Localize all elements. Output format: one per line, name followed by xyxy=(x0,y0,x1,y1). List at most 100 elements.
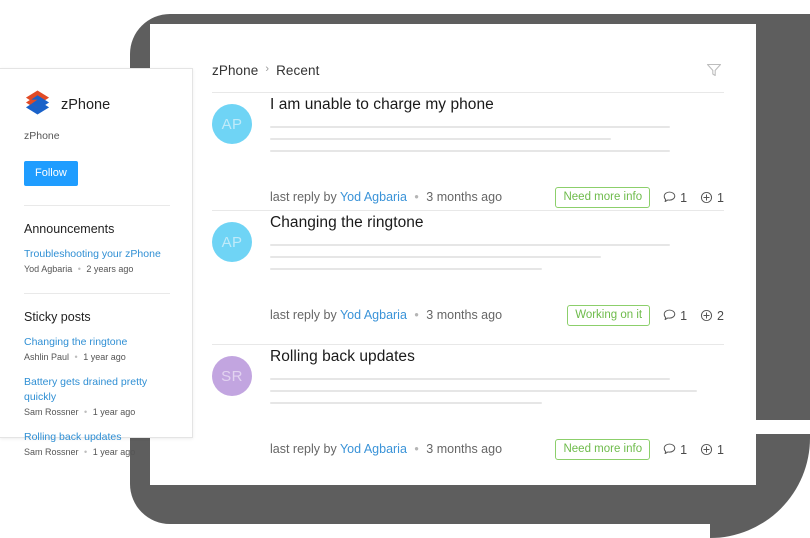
sidebar-post-meta: Sam Rossner • 1 year ago xyxy=(24,407,170,417)
post-meta-author[interactable]: Yod Agbaria xyxy=(340,442,407,456)
skeleton-line xyxy=(270,390,697,392)
follow-button[interactable]: Follow xyxy=(24,161,78,186)
avatar: SR xyxy=(212,356,252,396)
sidebar-post-time: 1 year ago xyxy=(92,446,136,457)
comment-bubble-icon xyxy=(662,442,677,457)
upvote-plus-circle-icon xyxy=(699,190,714,205)
skeleton-line xyxy=(270,244,670,246)
skeleton-line xyxy=(270,126,670,128)
divider xyxy=(212,344,724,345)
post-meta-prefix: last reply by xyxy=(270,442,337,456)
sidebar-post-dot: • xyxy=(84,446,88,457)
skeleton-line xyxy=(270,138,611,140)
breadcrumb-separator-icon: › xyxy=(265,63,270,75)
divider xyxy=(212,92,724,93)
breadcrumb-root[interactable]: zPhone xyxy=(212,63,258,78)
breadcrumb-current[interactable]: Recent xyxy=(276,63,319,78)
sidebar-post-time: 1 year ago xyxy=(83,352,126,363)
sidebar-card: zPhone zPhone Follow Announcements Troub… xyxy=(0,68,193,457)
comment-count[interactable]: 1 xyxy=(662,442,687,457)
sidebar-post-dot: • xyxy=(77,264,81,275)
vote-count[interactable]: 1 xyxy=(699,442,724,457)
post-meta-time: 3 months ago xyxy=(426,190,503,204)
sidebar-post-time: 2 years ago xyxy=(86,264,134,275)
post-meta: last reply by Yod Agbaria • 3 months ago xyxy=(270,308,502,322)
skeleton-line xyxy=(270,378,670,380)
post-meta: last reply by Yod Agbaria • 3 months ago xyxy=(270,190,502,204)
vote-count[interactable]: 1 xyxy=(699,190,724,205)
sticky-posts-heading: Sticky posts xyxy=(24,310,91,325)
sidebar-post-title[interactable]: Changing the ringtone xyxy=(24,335,170,349)
post-title[interactable]: Rolling back updates xyxy=(270,348,724,366)
comment-count-value: 1 xyxy=(680,308,688,323)
list-item[interactable]: Rolling back updates Sam Rossner • 1 yea… xyxy=(24,430,170,457)
sidebar-post-dot: • xyxy=(74,352,78,363)
skeleton-line xyxy=(270,402,543,404)
vote-count[interactable]: 2 xyxy=(699,308,724,323)
vote-count-value: 1 xyxy=(717,190,724,205)
post-title[interactable]: I am unable to charge my phone xyxy=(270,96,724,114)
sidebar-post-time: 1 year ago xyxy=(92,406,136,417)
post-body: Changing the ringtone xyxy=(270,214,724,280)
vote-count-value: 2 xyxy=(717,308,724,323)
skeleton-line xyxy=(270,256,602,258)
post-meta-prefix: last reply by xyxy=(270,190,337,204)
post-meta: last reply by Yod Agbaria • 3 months ago xyxy=(270,442,502,456)
breadcrumb: zPhone › Recent xyxy=(212,48,724,92)
comment-count[interactable]: 1 xyxy=(662,190,687,205)
status-badge[interactable]: Need more info xyxy=(555,439,651,460)
zphone-diamond-logo xyxy=(24,89,51,121)
divider xyxy=(212,210,724,211)
post-row[interactable]: AP I am unable to charge my phone last r… xyxy=(212,96,724,210)
post-body: I am unable to charge my phone xyxy=(270,96,724,162)
sidebar-post-title[interactable]: Rolling back updates xyxy=(24,430,170,444)
sidebar-post-title[interactable]: Troubleshooting your zPhone xyxy=(24,247,170,261)
status-badge[interactable]: Working on it xyxy=(567,305,651,326)
post-body: Rolling back updates xyxy=(270,348,724,414)
skeleton-line xyxy=(270,150,670,152)
comment-count[interactable]: 1 xyxy=(662,308,687,323)
sidebar-post-meta: Yod Agbaria • 2 years ago xyxy=(24,264,170,274)
app-panel: zPhone › Recent AP I am unable to charge… xyxy=(150,24,756,485)
sidebar-post-dot: • xyxy=(84,406,88,417)
sidebar-post-author: Yod Agbaria xyxy=(24,264,73,275)
comment-bubble-icon xyxy=(662,190,677,205)
brand[interactable]: zPhone xyxy=(24,89,170,121)
comment-count-value: 1 xyxy=(680,190,688,205)
post-meta-time: 3 months ago xyxy=(426,442,503,456)
skeleton-line xyxy=(270,268,543,270)
post-actions: Need more info 1 1 xyxy=(555,439,724,460)
post-title[interactable]: Changing the ringtone xyxy=(270,214,724,232)
status-badge[interactable]: Need more info xyxy=(555,187,651,208)
post-meta-author[interactable]: Yod Agbaria xyxy=(340,308,407,322)
announcements-heading: Announcements xyxy=(24,222,115,236)
divider xyxy=(24,205,170,206)
post-actions: Need more info 1 1 xyxy=(555,187,724,208)
sidebar-post-author: Sam Rossner xyxy=(24,446,79,457)
list-item[interactable]: Battery gets drained pretty quickly Sam … xyxy=(24,375,170,416)
post-meta-dot: • xyxy=(414,190,419,204)
sidebar-post-meta: Ashlin Paul • 1 year ago xyxy=(24,352,170,362)
brand-subtitle: zPhone xyxy=(24,130,60,142)
post-row[interactable]: AP Changing the ringtone last reply by Y… xyxy=(212,214,724,328)
comment-count-value: 1 xyxy=(680,442,688,457)
post-meta-dot: • xyxy=(414,308,419,322)
post-meta-time: 3 months ago xyxy=(426,308,503,322)
sidebar-post-title[interactable]: Battery gets drained pretty quickly xyxy=(24,375,170,403)
post-meta-prefix: last reply by xyxy=(270,308,337,322)
sidebar-post-author: Sam Rossner xyxy=(24,406,79,417)
screenshot-root: zPhone › Recent AP I am unable to charge… xyxy=(0,0,810,538)
filter-funnel-icon[interactable] xyxy=(704,60,724,80)
post-actions: Working on it 1 2 xyxy=(567,305,724,326)
vote-count-value: 1 xyxy=(717,442,724,457)
comment-bubble-icon xyxy=(662,308,677,323)
upvote-plus-circle-icon xyxy=(699,442,714,457)
post-meta-author[interactable]: Yod Agbaria xyxy=(340,190,407,204)
post-meta-dot: • xyxy=(414,442,419,456)
sidebar-post-meta: Sam Rossner • 1 year ago xyxy=(24,447,170,457)
list-item[interactable]: Changing the ringtone Ashlin Paul • 1 ye… xyxy=(24,335,170,362)
brand-name: zPhone xyxy=(61,97,111,113)
divider xyxy=(24,293,170,295)
list-item[interactable]: Troubleshooting your zPhone Yod Agbaria … xyxy=(24,247,170,274)
post-row[interactable]: SR Rolling back updates last reply by Yo… xyxy=(212,348,724,462)
